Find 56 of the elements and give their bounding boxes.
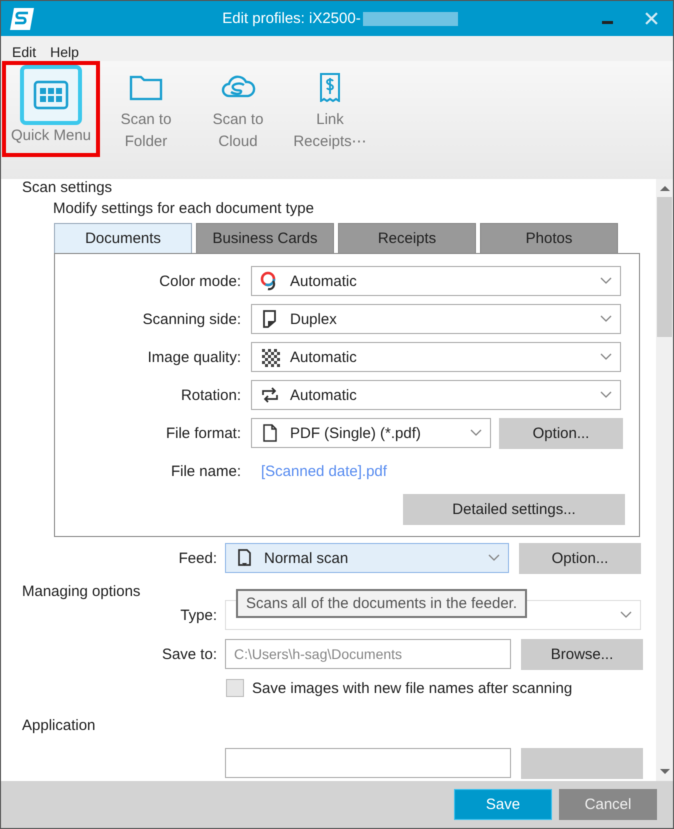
toolbar-button[interactable]: Link Receipts⋯: [284, 61, 376, 157]
toolbar-button[interactable]: Scan to Cloud: [192, 61, 284, 157]
dropdown[interactable]: Automatic: [251, 266, 621, 296]
menu-item[interactable]: Edit: [12, 43, 36, 61]
option-button[interactable]: Option...: [519, 542, 641, 574]
chevron-down-icon: [600, 353, 612, 361]
chevron-down-icon: [488, 554, 500, 562]
close-icon: [644, 12, 658, 25]
field-label: File name:: [170, 462, 242, 480]
field-label: Rotation:: [180, 386, 242, 404]
app-logo-icon: [9, 6, 35, 30]
option-button[interactable]: Option...: [499, 418, 623, 448]
feed-dropdown[interactable]: Normal scan: [225, 543, 509, 573]
scrollbar[interactable]: [656, 179, 673, 781]
field-label: Save to:: [160, 646, 218, 662]
dropdown[interactable]: Automatic: [251, 342, 621, 372]
scroll-up-icon: [660, 185, 670, 191]
toolbar-button[interactable]: Scan to Folder: [100, 61, 192, 157]
field-label: File format:: [164, 424, 242, 442]
chevron-down-icon: [470, 429, 482, 437]
detailed-settings-button[interactable]: Detailed settings...: [403, 494, 625, 525]
scroll-down-icon: [660, 769, 670, 775]
menu-item[interactable]: Help: [50, 43, 79, 61]
chevron-down-icon: [620, 611, 632, 619]
dropdown[interactable]: Automatic: [251, 380, 621, 410]
tab[interactable]: Business Cards: [196, 223, 334, 253]
dropdown[interactable]: Duplex: [251, 304, 621, 334]
field-label: Scanning side:: [142, 310, 242, 328]
app-field[interactable]: [225, 748, 511, 778]
field-label: Type:: [179, 606, 218, 624]
scroll-thumb[interactable]: [657, 197, 672, 337]
save-to-field[interactable]: C:\Users\h-sag\Documents: [225, 639, 511, 669]
checkbox[interactable]: [226, 679, 244, 697]
field-label: Image quality:: [146, 348, 242, 366]
chevron-down-icon: [600, 391, 612, 399]
tab[interactable]: Documents: [54, 223, 192, 253]
grid-icon: [33, 80, 69, 110]
field-label: Color mode:: [158, 272, 242, 290]
dropdown[interactable]: PDF (Single) (*.pdf): [251, 418, 491, 448]
toolbar-button[interactable]: Quick Menu: [2, 61, 100, 157]
window-title: Edit profiles: iX2500-: [222, 10, 361, 27]
chevron-down-icon: [600, 277, 612, 285]
tooltip: Scans all of the documents in the feeder.: [236, 589, 528, 618]
subheading: Modify settings for each document type: [53, 200, 315, 217]
checkbox-label: Save images with new file names after scanning: [252, 680, 572, 696]
browse-button[interactable]: Browse...: [521, 638, 643, 670]
rotate-icon: [260, 385, 280, 405]
checker-icon: [260, 347, 280, 367]
section-heading: Application: [22, 717, 96, 734]
app-button[interactable]: [521, 748, 643, 778]
section-heading: Scan settings: [22, 179, 114, 196]
tab[interactable]: Receipts: [338, 223, 476, 253]
field-label: Feed:: [178, 550, 218, 566]
tab[interactable]: Photos: [480, 223, 618, 253]
chevron-down-icon: [600, 315, 612, 323]
section-heading: Managing options: [22, 583, 142, 600]
